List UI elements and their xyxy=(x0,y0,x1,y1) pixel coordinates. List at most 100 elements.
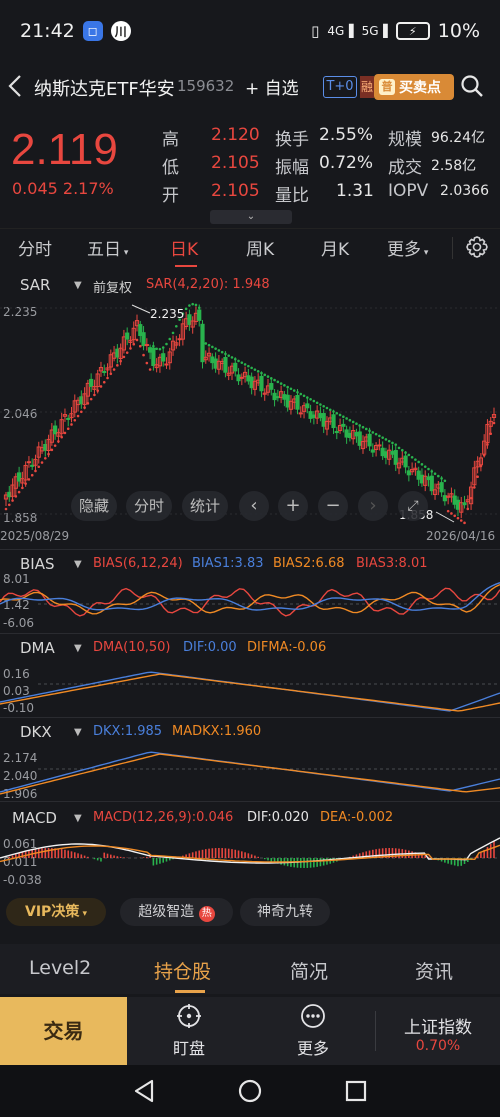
stats-button[interactable]: 统计 xyxy=(182,491,228,521)
bias-plot xyxy=(0,582,500,617)
chevron-down-icon: ▼ xyxy=(74,643,82,654)
search-button[interactable] xyxy=(460,74,484,98)
macd-selector[interactable]: MACD xyxy=(12,809,57,827)
hide-button[interactable]: 隐藏 xyxy=(71,491,117,521)
tab-monthly-k[interactable]: 月K xyxy=(321,235,349,260)
vibrate-icon: ▯ xyxy=(311,22,320,40)
zoom-in-button[interactable]: + xyxy=(278,491,308,521)
status-time: 21:42 xyxy=(20,20,75,42)
chevron-right-icon: › xyxy=(369,495,377,516)
chevron-down-icon: ▼ xyxy=(74,280,82,291)
quote-value-volume-ratio: 1.31 xyxy=(336,181,374,201)
date-end: 2026/04/16 xyxy=(426,529,496,543)
dkx-panel[interactable]: DKX ▼ DKX:1.985 MADKX:1.960 2.174 2.040 … xyxy=(0,717,500,801)
active-tab-indicator xyxy=(175,265,197,267)
tab-level2[interactable]: Level2 xyxy=(29,957,91,979)
tab-five-day[interactable]: 五日 ▾ xyxy=(87,235,128,260)
macd-dea-value: DEA:-0.002 xyxy=(320,810,394,825)
adjust-mode[interactable]: 前复权 xyxy=(93,277,132,296)
back-button[interactable] xyxy=(8,74,32,100)
tab-profile[interactable]: 简况 xyxy=(290,957,328,984)
quote-value-high: 2.120 xyxy=(211,125,260,145)
quote-value-amplitude: 0.72% xyxy=(319,153,374,173)
super-smart-button[interactable]: 超级智造 热 xyxy=(120,898,233,926)
back-arrow-icon xyxy=(8,75,21,97)
price-change: 0.045 2.17% xyxy=(12,179,114,198)
dkx-plot xyxy=(0,751,500,795)
chevron-down-icon: ▼ xyxy=(74,727,82,738)
magic-nine-turns-button[interactable]: 神奇九转 xyxy=(240,898,330,926)
dma-params: DMA(10,50) xyxy=(93,640,171,655)
period-tabs: 分时 五日 ▾ 日K 周K 月K 更多 ▾ xyxy=(0,228,500,267)
bottom-action-bar: 交易 盯盘 更多 上证指数 0.70% xyxy=(0,997,500,1065)
date-start: 2025/08/29 xyxy=(0,529,70,543)
quote-value-open: 2.105 xyxy=(211,181,260,201)
last-price: 2.119 xyxy=(11,125,118,174)
tab-divider xyxy=(452,237,453,259)
plus-icon: + xyxy=(285,495,301,516)
nav-back-icon[interactable] xyxy=(133,1079,155,1103)
nav-recents-icon[interactable] xyxy=(345,1080,367,1102)
macd-panel[interactable]: MACD ▼ MACD(12,26,9):0.046 DIF:0.020 DEA… xyxy=(0,801,500,889)
tab-intraday[interactable]: 分时 xyxy=(18,235,52,260)
zoom-out-button[interactable]: − xyxy=(318,491,348,521)
quote-panel: 2.119 0.045 2.17% 高 2.120 换手 2.55% 规模 96… xyxy=(0,115,500,225)
margin-badge: 融 xyxy=(360,76,374,98)
macd-plot xyxy=(0,837,500,868)
more-button[interactable]: 更多 xyxy=(251,997,375,1065)
quote-value-iopv: 2.0366 xyxy=(440,183,489,199)
dma-panel[interactable]: DMA ▼ DMA(10,50) DIF:0.00 DIFMA:-0.06 0.… xyxy=(0,633,500,717)
kline-chart[interactable]: SAR ▼ 前复权 SAR(4,2,20): 1.948 2.235 2.046… xyxy=(0,272,500,544)
expand-icon: ⤢ xyxy=(407,498,419,514)
expand-quote-button[interactable]: ⌄ xyxy=(210,210,292,224)
tab-daily-k[interactable]: 日K xyxy=(170,235,198,260)
info-tabs: Level2 持仓股 简况 资讯 xyxy=(0,944,500,994)
quote-value-scale: 96.24亿 xyxy=(431,130,486,146)
main-indicator-selector[interactable]: SAR xyxy=(20,276,50,294)
macd-params: MACD(12,26,9):0.046 xyxy=(93,810,234,825)
dkx-selector[interactable]: DKX xyxy=(20,723,52,741)
quote-label-volume-ratio: 量比 xyxy=(275,186,309,206)
minus-icon: − xyxy=(325,495,341,516)
chevron-down-icon: ⌄ xyxy=(246,211,256,222)
quote-label-volume: 成交 xyxy=(388,158,422,178)
quote-value-volume: 2.58亿 xyxy=(431,158,477,174)
bias-selector[interactable]: BIAS xyxy=(20,555,55,573)
chart-settings-button[interactable] xyxy=(464,234,490,260)
decision-tools-row: VIP决策 ▾ 超级智造 热 神奇九转 xyxy=(0,892,500,932)
chevron-down-icon: ▼ xyxy=(74,559,82,570)
index-ticker[interactable]: 上证指数 0.70% xyxy=(376,997,500,1065)
battery-level: 10% xyxy=(437,20,480,42)
tab-news[interactable]: 资讯 xyxy=(415,957,453,984)
buy-sell-point-button[interactable]: 普 买卖点 xyxy=(374,74,454,100)
scroll-right-button[interactable]: › xyxy=(358,491,388,521)
quote-value-low: 2.105 xyxy=(211,153,260,173)
target-icon xyxy=(177,1004,201,1028)
dkx-value: DKX:1.985 xyxy=(93,724,163,739)
trade-button[interactable]: 交易 xyxy=(0,997,127,1065)
fullscreen-button[interactable]: ⤢ xyxy=(398,491,428,521)
add-watchlist-button[interactable]: + 自选 xyxy=(245,74,299,99)
dma-selector[interactable]: DMA xyxy=(20,639,55,657)
battery-icon: ⚡ xyxy=(395,22,430,40)
quote-value-turnover: 2.55% xyxy=(319,125,374,145)
bias-panel[interactable]: BIAS ▼ BIAS(6,12,24) BIAS1:3.83 BIAS2:6.… xyxy=(0,549,500,633)
more-dots-icon xyxy=(301,1004,325,1028)
gear-icon xyxy=(466,236,488,258)
stock-header: 纳斯达克ETF华安 159632 + 自选 T+0 融 普 买卖点 xyxy=(0,66,500,108)
active-info-tab-indicator xyxy=(175,990,205,993)
watch-button[interactable]: 盯盘 xyxy=(127,997,251,1065)
dma-difma-value: DIFMA:-0.06 xyxy=(247,640,327,655)
tab-holdings[interactable]: 持仓股 xyxy=(154,957,211,984)
intraday-button[interactable]: 分时 xyxy=(126,491,172,521)
tab-more[interactable]: 更多 ▾ xyxy=(387,235,428,260)
system-nav-bar xyxy=(0,1065,500,1117)
vip-decision-button[interactable]: VIP决策 ▾ xyxy=(6,898,106,926)
stock-name: 纳斯达克ETF华安 xyxy=(34,79,175,100)
tab-weekly-k[interactable]: 周K xyxy=(246,235,274,260)
scroll-left-button[interactable]: ‹ xyxy=(239,491,269,521)
bias2-value: BIAS2:6.68 xyxy=(273,556,345,571)
signal-4g-icon: 4G▐ xyxy=(327,24,354,38)
chevron-left-icon: ‹ xyxy=(250,495,258,516)
nav-home-icon[interactable] xyxy=(238,1079,262,1103)
